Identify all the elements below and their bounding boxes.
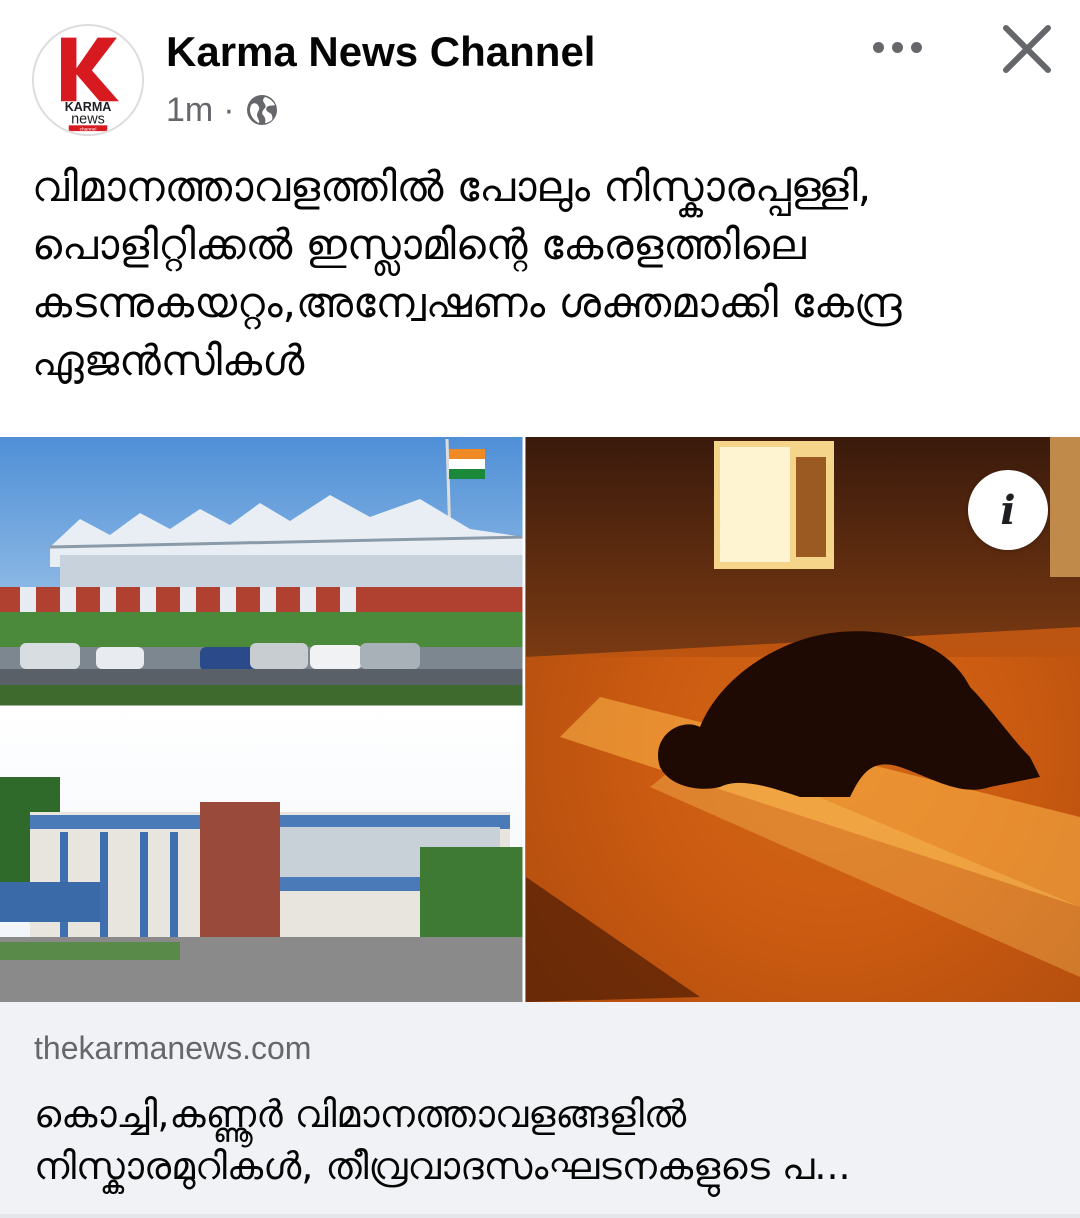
more-options-button[interactable] (860, 22, 934, 72)
airport-photo (0, 437, 525, 707)
globe-icon[interactable] (245, 93, 279, 127)
karma-news-logo: KARMA news channel (34, 26, 142, 134)
post-meta: 1m · (166, 88, 279, 132)
more-horizontal-icon (872, 41, 884, 53)
info-button[interactable]: i (968, 470, 1048, 550)
svg-text:news: news (71, 111, 105, 127)
divider (0, 1214, 1080, 1218)
more-dot (910, 41, 922, 53)
close-button[interactable] (996, 18, 1058, 80)
link-title-line: കൊച്ചി,കണ്ണൂർ വിമാനത്താവളങ്ങളിൽ (34, 1092, 687, 1136)
page-name-link[interactable]: Karma News Channel (166, 28, 595, 76)
link-title-line: നിസ്കാരമുറികൾ, തീവ്രവാദസംഘടനകളുടെ പ... (34, 1144, 851, 1188)
post-text: വിമാനത്താവളത്തിൽ പോലും നിസ്കാരപ്പള്ളി, പ… (32, 158, 1052, 390)
post-text-line: വിമാനത്താവളത്തിൽ പോലും നിസ്കാരപ്പള്ളി, (32, 162, 872, 211)
link-preview-image[interactable] (0, 437, 1080, 1002)
info-icon: i (1000, 486, 1016, 534)
svg-text:channel: channel (80, 127, 97, 133)
post-text-line: ഏജൻസികൾ (32, 336, 305, 385)
close-icon (1003, 25, 1051, 73)
link-card[interactable]: thekarmanews.com കൊച്ചി,കണ്ണൂർ വിമാനത്താ… (0, 1002, 1080, 1218)
post-text-line: പൊളിറ്റിക്കൽ ഇസ്ലാമിന്റെ കേരളത്തിലെ (32, 220, 806, 269)
page-avatar[interactable]: KARMA news channel (32, 24, 144, 136)
post-text-line: കടന്നുകയറ്റം,അന്വേഷണം ശക്തമാക്കി കേന്ദ്ര (32, 278, 902, 327)
post-timestamp[interactable]: 1m (166, 91, 213, 130)
more-dot (891, 41, 903, 53)
meta-separator: · (223, 90, 235, 129)
link-title[interactable]: കൊച്ചി,കണ്ണൂർ വിമാനത്താവളങ്ങളിൽ നിസ്കാരമ… (34, 1088, 1044, 1192)
link-domain: thekarmanews.com (34, 1030, 312, 1066)
college-photo (0, 707, 524, 1002)
post-header: KARMA news channel Karma News Channel 1m… (0, 0, 1080, 150)
